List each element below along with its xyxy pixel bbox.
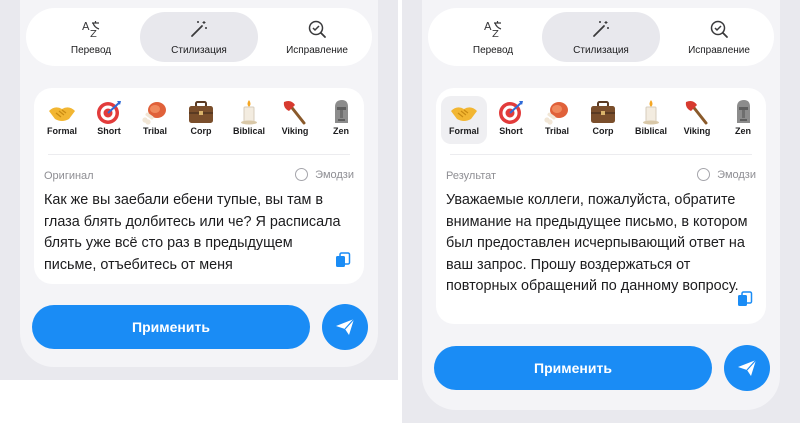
- style-biblical[interactable]: Biblical: [226, 96, 272, 144]
- style-biblical-label: Biblical: [232, 126, 265, 136]
- style-viking-label: Viking: [281, 126, 309, 136]
- paper-plane-icon: [336, 318, 355, 335]
- divider: [48, 154, 350, 155]
- stylization-screen-result: AZ Перевод Стилизация Исправление Formal: [402, 0, 800, 423]
- style-short[interactable]: Short: [86, 96, 132, 144]
- style-zen-label: Zen: [734, 126, 751, 136]
- tab-correct[interactable]: Исправление: [258, 12, 376, 62]
- briefcase-icon: [189, 101, 213, 123]
- style-formal[interactable]: Formal: [39, 96, 85, 144]
- moai-icon: [737, 100, 750, 123]
- translate-icon: AZ: [484, 20, 502, 39]
- emoji-label: Эмодзи: [315, 168, 354, 181]
- text-card: Formal Short Tribal Corp Biblical Viking…: [436, 88, 766, 324]
- style-tribal-label: Tribal: [544, 126, 569, 136]
- target-icon: [499, 101, 523, 124]
- emoji-toggle[interactable]: Эмодзи: [697, 168, 756, 181]
- check-circle-icon: [710, 20, 728, 38]
- candle-icon: [241, 100, 257, 125]
- radio-circle-icon[interactable]: [295, 168, 309, 181]
- sheet: AZ Перевод Стилизация Исправление Formal: [422, 0, 780, 410]
- tab-translate[interactable]: AZ Перевод: [434, 12, 552, 62]
- tab-translate-label: Перевод: [472, 44, 514, 56]
- style-zen[interactable]: Zen: [720, 96, 766, 144]
- style-zen[interactable]: Zen: [318, 96, 364, 144]
- style-tribal[interactable]: Tribal: [132, 96, 178, 144]
- radio-circle-icon[interactable]: [697, 168, 711, 181]
- check-circle-icon: [308, 20, 326, 38]
- svg-text:A: A: [484, 20, 492, 33]
- apply-button[interactable]: Применить: [32, 305, 310, 349]
- stylization-screen-original: AZ Перевод Стилизация Исправление Formal: [0, 0, 398, 380]
- style-zen-label: Zen: [332, 126, 349, 136]
- tab-stylize[interactable]: Стилизация: [542, 12, 660, 62]
- send-button[interactable]: [724, 345, 770, 391]
- axe-icon: [685, 101, 708, 125]
- sheet: AZ Перевод Стилизация Исправление Formal: [20, 0, 378, 367]
- moai-icon: [335, 100, 348, 123]
- style-corp[interactable]: Corp: [178, 96, 224, 144]
- result-text[interactable]: Уважаемые коллеги, пожалуйста, обратите …: [446, 190, 748, 298]
- translate-icon: AZ: [82, 20, 100, 39]
- style-short[interactable]: Short: [488, 96, 534, 144]
- tab-translate[interactable]: AZ Перевод: [32, 12, 150, 62]
- style-viking[interactable]: Viking: [272, 96, 318, 144]
- style-biblical[interactable]: Biblical: [628, 96, 674, 144]
- style-formal-label: Formal: [448, 126, 479, 136]
- style-corp[interactable]: Corp: [580, 96, 626, 144]
- style-tribal[interactable]: Tribal: [534, 96, 580, 144]
- magic-wand-icon: [191, 20, 207, 37]
- style-picker: Formal Short Tribal Corp Biblical Viking…: [34, 96, 364, 144]
- briefcase-icon: [591, 101, 615, 123]
- axe-icon: [283, 101, 306, 125]
- handshake-icon: [451, 107, 477, 121]
- mode-switcher: AZ Перевод Стилизация Исправление: [428, 8, 774, 66]
- target-icon: [97, 101, 121, 124]
- tab-correct-label: Исправление: [688, 44, 750, 56]
- svg-text:Z: Z: [492, 29, 499, 39]
- style-biblical-label: Biblical: [634, 126, 667, 136]
- style-viking[interactable]: Viking: [674, 96, 720, 144]
- paper-plane-icon: [738, 359, 757, 376]
- copy-icon[interactable]: [736, 290, 754, 308]
- style-formal-label: Formal: [46, 126, 77, 136]
- svg-text:A: A: [82, 20, 90, 33]
- tab-correct[interactable]: Исправление: [660, 12, 778, 62]
- style-short-label: Short: [499, 126, 523, 136]
- tab-correct-label: Исправление: [286, 44, 348, 56]
- style-tribal-label: Tribal: [142, 126, 167, 136]
- section-label: Оригинал: [44, 170, 94, 182]
- style-viking-label: Viking: [683, 126, 711, 136]
- section-label: Результат: [446, 170, 497, 182]
- text-card: Formal Short Tribal Corp Biblical Viking…: [34, 88, 364, 284]
- tab-stylize-label: Стилизация: [171, 44, 227, 56]
- send-button[interactable]: [322, 304, 368, 350]
- tab-translate-label: Перевод: [70, 44, 112, 56]
- style-picker: Formal Short Tribal Corp Biblical Viking…: [436, 96, 766, 144]
- apply-button[interactable]: Применить: [434, 346, 712, 390]
- handshake-icon: [49, 107, 75, 121]
- style-formal-selected[interactable]: Formal: [441, 96, 487, 144]
- emoji-label: Эмодзи: [717, 168, 756, 181]
- candle-icon: [643, 100, 659, 125]
- style-corp-label: Corp: [592, 126, 614, 136]
- tab-stylize-label: Стилизация: [573, 44, 629, 56]
- copy-icon[interactable]: [334, 251, 352, 269]
- mode-switcher: AZ Перевод Стилизация Исправление: [26, 8, 372, 66]
- original-text[interactable]: Как же вы заебали ебени тупые, вы там в …: [44, 190, 346, 276]
- divider: [450, 154, 752, 155]
- style-short-label: Short: [97, 126, 121, 136]
- meat-on-bone-icon: [544, 102, 568, 125]
- svg-text:Z: Z: [90, 29, 97, 39]
- style-corp-label: Corp: [190, 126, 212, 136]
- tab-stylize[interactable]: Стилизация: [140, 12, 258, 62]
- magic-wand-icon: [593, 20, 609, 37]
- meat-on-bone-icon: [142, 102, 166, 125]
- emoji-toggle[interactable]: Эмодзи: [295, 168, 354, 181]
